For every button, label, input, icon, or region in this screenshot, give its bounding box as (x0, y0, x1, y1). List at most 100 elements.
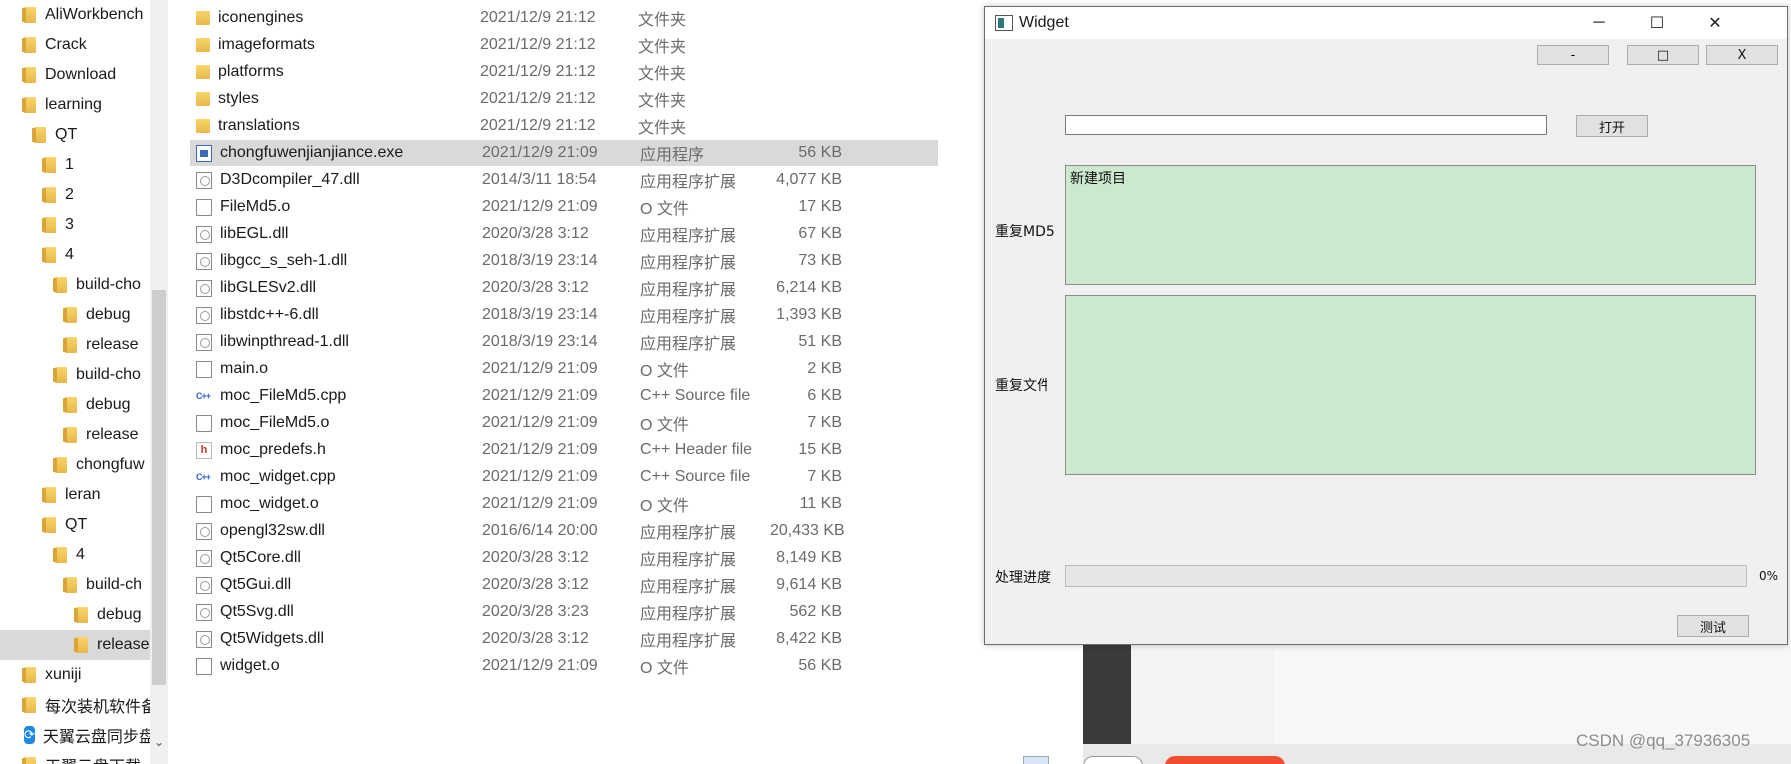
file-row[interactable]: moc_FileMd5.o 2021/12/9 21:09 O 文件 7 KB (190, 410, 938, 436)
navigation-tree[interactable]: AliWorkbench Crack Download learning QT 1 2 3 4 b… (0, 0, 150, 764)
background-app-panel (1131, 644, 1274, 744)
nav-item[interactable]: build-cho (0, 270, 150, 300)
file-size: 4,077 KB (776, 171, 842, 188)
file-row[interactable]: translations 2021/12/9 21:12 文件夹 (190, 113, 938, 139)
file-name: chongfuwenjianjiance.exe (220, 144, 404, 161)
file-row[interactable]: imageformats 2021/12/9 21:12 文件夹 (190, 32, 938, 58)
nav-item[interactable]: Crack (0, 30, 150, 60)
file-size: 15 KB (798, 441, 842, 458)
folder-icon (63, 397, 77, 413)
file-row[interactable]: moc_widget.o 2021/12/9 21:09 O 文件 11 KB (190, 491, 938, 517)
file-name: moc_widget.o (220, 495, 319, 512)
test-button[interactable]: 测试 (1677, 615, 1749, 637)
open-button[interactable]: 打开 (1576, 115, 1648, 137)
nav-item-label: Crack (45, 36, 87, 53)
nav-item[interactable]: Download (0, 60, 150, 90)
window-minimize-icon[interactable]: ─ (1570, 7, 1628, 39)
file-type: C++ Source file (640, 387, 751, 404)
duplicate-file-list[interactable] (1065, 295, 1756, 475)
background-app-pill-button[interactable] (1083, 756, 1143, 764)
duplicate-file-label: 重复文件 (995, 378, 1047, 394)
custom-close-button[interactable]: X (1706, 45, 1778, 65)
folder-icon (22, 697, 36, 713)
nav-item[interactable]: 3 (0, 210, 150, 240)
nav-item[interactable]: xuniji (0, 660, 150, 690)
nav-item[interactable]: chongfuw (0, 450, 150, 480)
file-row[interactable]: Qt5Core.dll 2020/3/28 3:12 应用程序扩展 8,149 KB (190, 545, 938, 571)
nav-item-label: learning (45, 96, 102, 113)
file-row[interactable]: Qt5Svg.dll 2020/3/28 3:23 应用程序扩展 562 KB (190, 599, 938, 625)
file-row[interactable]: libEGL.dll 2020/3/28 3:12 应用程序扩展 67 KB (190, 221, 938, 247)
nav-item[interactable]: QT (0, 510, 150, 540)
nav-item[interactable]: build-ch (0, 570, 150, 600)
nav-item[interactable]: ⟳ 天翼云盘同步盘 (0, 720, 150, 750)
background-app-red-button[interactable] (1165, 756, 1285, 764)
duplicate-md5-list[interactable]: 新建项目 (1065, 165, 1756, 285)
nav-item[interactable]: QT (0, 120, 150, 150)
file-row[interactable]: C++ moc_FileMd5.cpp 2021/12/9 21:09 C++ Sou… (190, 383, 938, 409)
file-date: 2018/3/19 23:14 (482, 333, 598, 350)
file-row[interactable]: FileMd5.o 2021/12/9 21:09 O 文件 17 KB (190, 194, 938, 220)
file-row[interactable]: styles 2021/12/9 21:12 文件夹 (190, 86, 938, 112)
file-row[interactable]: D3Dcompiler_47.dll 2014/3/11 18:54 应用程序扩展 4… (190, 167, 938, 193)
file-row[interactable]: Qt5Gui.dll 2020/3/28 3:12 应用程序扩展 9,614 KB (190, 572, 938, 598)
file-type: 应用程序扩展 (640, 228, 737, 245)
nav-item[interactable]: build-cho (0, 360, 150, 390)
nav-item-label: 2 (65, 186, 74, 203)
nav-item[interactable]: leran (0, 480, 150, 510)
object-file-icon (196, 414, 212, 432)
nav-scrollbar-thumb[interactable] (152, 290, 166, 685)
file-date: 2018/3/19 23:14 (482, 306, 598, 323)
nav-scrollbar[interactable]: ⌄ (150, 0, 168, 764)
nav-item[interactable]: release (0, 630, 150, 660)
path-input[interactable] (1065, 115, 1547, 135)
file-type: 文件夹 (638, 66, 687, 83)
window-close-icon[interactable]: ✕ (1686, 7, 1744, 39)
dll-file-icon (196, 333, 212, 351)
custom-minimize-button[interactable]: - (1537, 45, 1609, 65)
nav-item[interactable]: 1 (0, 150, 150, 180)
nav-item[interactable]: learning (0, 90, 150, 120)
file-row[interactable]: chongfuwenjianjiance.exe 2021/12/9 21:09 应… (190, 140, 938, 166)
nav-item[interactable]: 2 (0, 180, 150, 210)
nav-item-label: 天翼云盘同步盘 (42, 729, 150, 746)
nav-item[interactable]: 4 (0, 240, 150, 270)
nav-item[interactable]: release (0, 420, 150, 450)
file-row[interactable]: Qt5Widgets.dll 2020/3/28 3:12 应用程序扩展 8,422 … (190, 626, 938, 652)
file-row[interactable]: libgcc_s_seh-1.dll 2018/3/19 23:14 应用程序扩展 7… (190, 248, 938, 274)
file-row[interactable]: C++ moc_widget.cpp 2021/12/9 21:09 C++ Sour… (190, 464, 938, 490)
file-row[interactable]: widget.o 2021/12/9 21:09 O 文件 56 KB (190, 653, 938, 679)
window-titlebar[interactable]: Widget ─ ☐ ✕ (985, 7, 1787, 39)
folder-icon (32, 127, 46, 143)
nav-item[interactable]: AliWorkbench (0, 0, 150, 30)
file-row[interactable]: iconengines 2021/12/9 21:12 文件夹 (190, 5, 938, 31)
file-row[interactable]: platforms 2021/12/9 21:12 文件夹 (190, 59, 938, 85)
nav-item[interactable]: debug (0, 600, 150, 630)
nav-item[interactable]: debug (0, 390, 150, 420)
file-row[interactable]: main.o 2021/12/9 21:09 O 文件 2 KB (190, 356, 938, 382)
file-size: 17 KB (798, 198, 842, 215)
nav-item-label: release (86, 426, 139, 443)
nav-item[interactable]: 每次装机软件备 (0, 690, 150, 720)
file-row[interactable]: libwinpthread-1.dll 2018/3/19 23:14 应用程序扩展… (190, 329, 938, 355)
file-name: Qt5Svg.dll (220, 603, 294, 620)
file-row[interactable]: libGLESv2.dll 2020/3/28 3:12 应用程序扩展 6,214 K… (190, 275, 938, 301)
window-maximize-icon[interactable]: ☐ (1628, 7, 1686, 39)
file-row[interactable]: libstdc++-6.dll 2018/3/19 23:14 应用程序扩展 1,39… (190, 302, 938, 328)
nav-item[interactable]: release (0, 330, 150, 360)
scroll-down-arrow-icon[interactable]: ⌄ (152, 735, 166, 755)
file-row[interactable]: h moc_predefs.h 2021/12/9 21:09 C++ Header … (190, 437, 938, 463)
nav-item[interactable]: 4 (0, 540, 150, 570)
file-date: 2020/3/28 3:12 (482, 225, 589, 242)
file-date: 2020/3/28 3:12 (482, 630, 589, 647)
file-row[interactable]: opengl32sw.dll 2016/6/14 20:00 应用程序扩展 20,43… (190, 518, 938, 544)
nav-item-label: release (86, 336, 139, 353)
nav-item[interactable]: debug (0, 300, 150, 330)
file-name: Qt5Gui.dll (220, 576, 292, 593)
custom-maximize-button[interactable]: □ (1627, 45, 1699, 65)
app-icon (995, 15, 1013, 31)
file-size: 1,393 KB (776, 306, 842, 323)
nav-item[interactable]: 天翼云盘下载 (0, 750, 150, 764)
background-app-button[interactable] (1023, 756, 1049, 764)
list-item[interactable]: 新建项目 (1070, 168, 1751, 188)
